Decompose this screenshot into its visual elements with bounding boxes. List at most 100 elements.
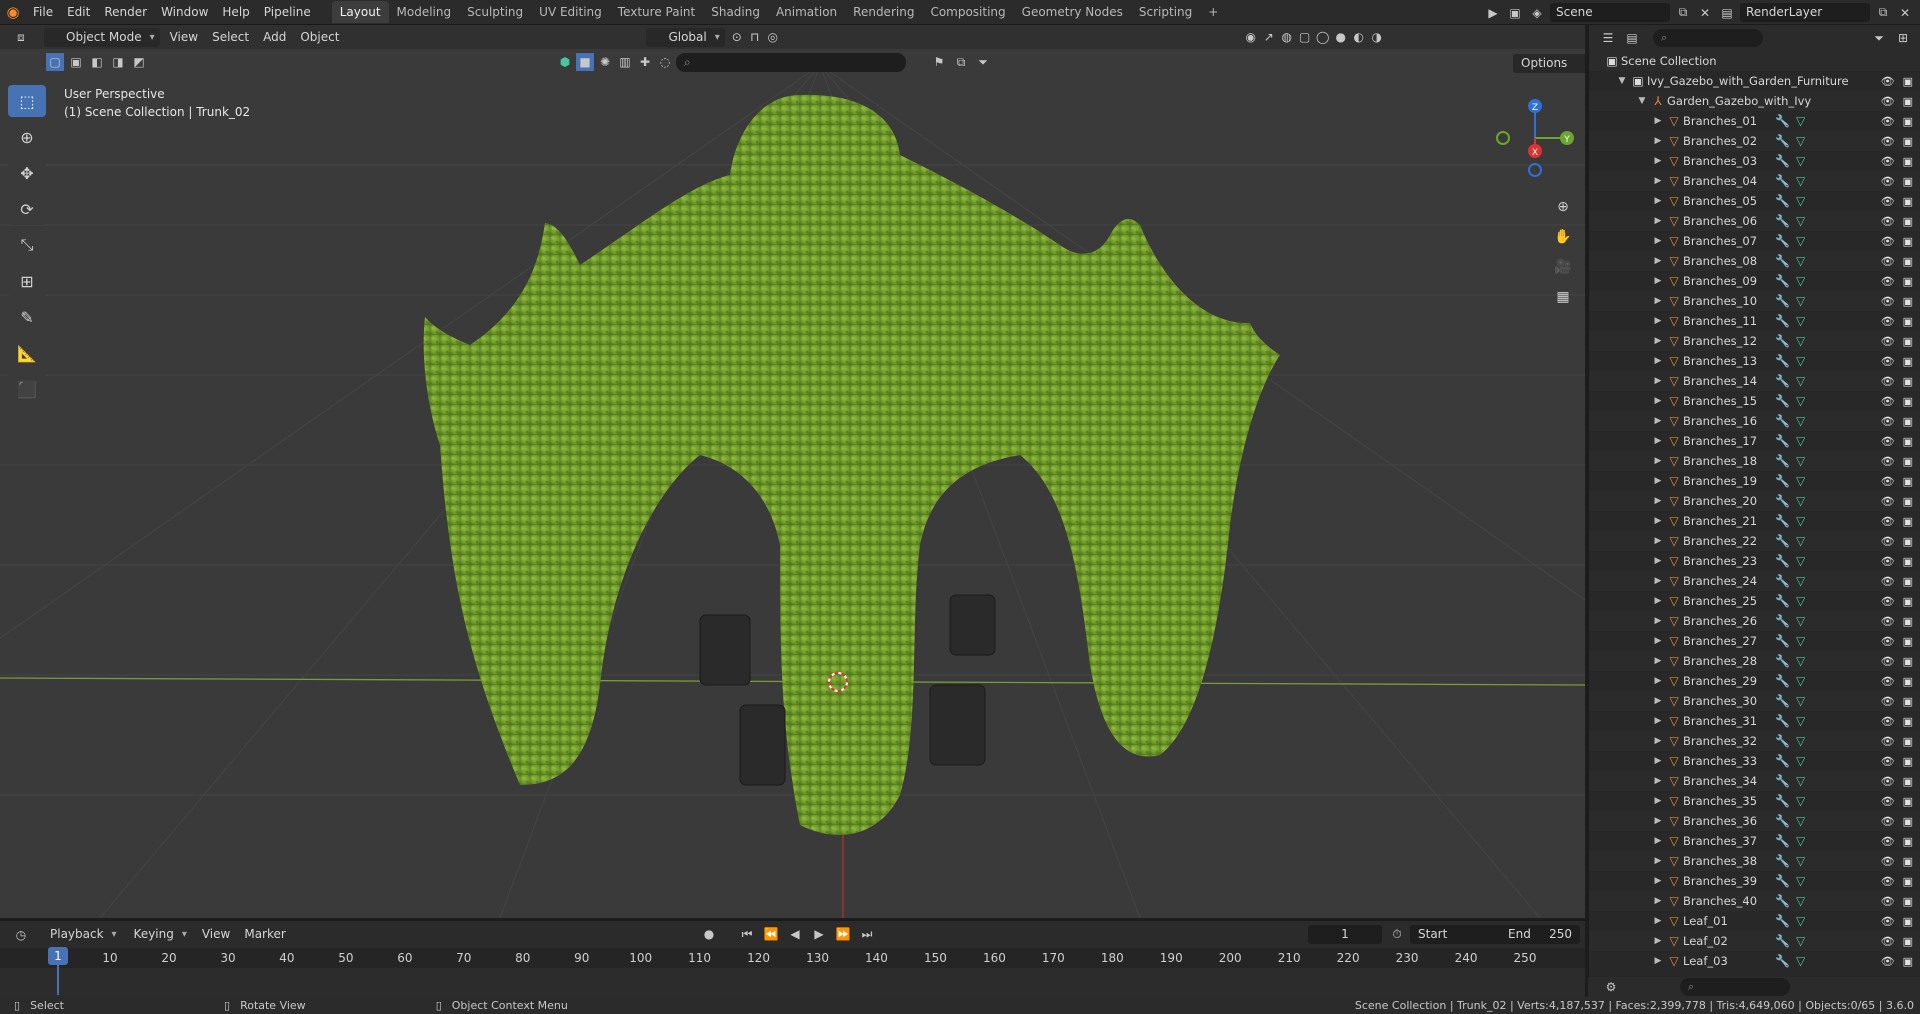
proportional-edit-icon[interactable]: ◎ — [764, 28, 782, 46]
eye-icon[interactable]: 👁 — [1881, 235, 1895, 248]
camera-icon[interactable]: ▣ — [1903, 955, 1913, 968]
outliner-object-row[interactable]: ▶ ▽ Branches_30 🔧 ▽ 👁 ▣ — [1589, 691, 1920, 711]
mesh-data-icon[interactable]: ▽ — [1796, 194, 1805, 208]
mesh-data-icon[interactable]: ▽ — [1796, 554, 1805, 568]
eye-icon[interactable]: 👁 — [1881, 475, 1895, 488]
eye-icon[interactable]: 👁 — [1881, 395, 1895, 408]
camera-icon[interactable]: ▣ — [1903, 415, 1913, 428]
modifier-wrench-icon[interactable]: 🔧 — [1775, 534, 1790, 548]
outliner-object-row[interactable]: ▶ ▽ Branches_20 🔧 ▽ 👁 ▣ — [1589, 491, 1920, 511]
modifier-wrench-icon[interactable]: 🔧 — [1775, 314, 1790, 328]
render-play-icon[interactable]: ▶ — [1484, 4, 1502, 22]
mesh-data-icon[interactable]: ▽ — [1796, 514, 1805, 528]
expand-arrow-icon[interactable]: ▶ — [1651, 136, 1665, 146]
camera-icon[interactable]: ▣ — [1903, 655, 1913, 668]
expand-arrow-icon[interactable]: ▶ — [1651, 276, 1665, 286]
viewport-menu-add[interactable]: Add — [256, 25, 293, 50]
expand-arrow-icon[interactable]: ▶ — [1651, 556, 1665, 566]
xray-icon[interactable]: ▢ — [1296, 28, 1314, 46]
modifier-wrench-icon[interactable]: 🔧 — [1775, 134, 1790, 148]
editor-type-icon[interactable]: ⧈ — [12, 28, 30, 46]
transform-orientation-dropdown[interactable]: Global — [646, 27, 725, 47]
tab-compositing[interactable]: Compositing — [922, 1, 1013, 23]
modifier-wrench-icon[interactable]: 🔧 — [1775, 754, 1790, 768]
modifier-wrench-icon[interactable]: 🔧 — [1775, 674, 1790, 688]
outliner-object-row[interactable]: ▶ ▽ Branches_22 🔧 ▽ 👁 ▣ — [1589, 531, 1920, 551]
mesh-data-icon[interactable]: ▽ — [1796, 874, 1805, 888]
expand-arrow-icon[interactable]: ▶ — [1651, 736, 1665, 746]
mesh-data-icon[interactable]: ▽ — [1796, 814, 1805, 828]
modifier-wrench-icon[interactable]: 🔧 — [1775, 214, 1790, 228]
play-reverse-icon[interactable]: ◀ — [786, 925, 804, 943]
modifier-wrench-icon[interactable]: 🔧 — [1775, 374, 1790, 388]
expand-arrow-icon[interactable]: ▶ — [1651, 616, 1665, 626]
modifier-wrench-icon[interactable]: 🔧 — [1775, 474, 1790, 488]
expand-arrow-icon[interactable]: ▶ — [1651, 896, 1665, 906]
modifier-wrench-icon[interactable]: 🔧 — [1775, 814, 1790, 828]
tab-shading[interactable]: Shading — [703, 1, 768, 23]
modifier-wrench-icon[interactable]: 🔧 — [1775, 574, 1790, 588]
outliner-object-row[interactable]: ▶ ▽ Branches_37 🔧 ▽ 👁 ▣ — [1589, 831, 1920, 851]
outliner-object-row[interactable]: ▶ ▽ Branches_09 🔧 ▽ 👁 ▣ — [1589, 271, 1920, 291]
modifier-wrench-icon[interactable]: 🔧 — [1775, 874, 1790, 888]
pivot-icon[interactable]: ⊙ — [728, 28, 746, 46]
expand-arrow-icon[interactable]: ▶ — [1651, 156, 1665, 166]
expand-arrow-icon[interactable]: ▶ — [1651, 396, 1665, 406]
eye-icon[interactable]: 👁 — [1881, 595, 1895, 608]
outliner-object-row[interactable]: ▶ ▽ Branches_19 🔧 ▽ 👁 ▣ — [1589, 471, 1920, 491]
close-scene-icon[interactable]: ✕ — [1696, 4, 1714, 22]
expand-arrow-icon[interactable]: ▶ — [1651, 916, 1665, 926]
expand-arrow-icon[interactable]: ▶ — [1651, 936, 1665, 946]
outliner-object-row[interactable]: ▶ ▽ Branches_35 🔧 ▽ 👁 ▣ — [1589, 791, 1920, 811]
eye-icon[interactable]: 👁 — [1881, 695, 1895, 708]
eye-icon[interactable]: 👁 — [1881, 735, 1895, 748]
camera-icon[interactable]: ▣ — [1903, 495, 1913, 508]
gizmo-toggle-icon[interactable]: ↗ — [1260, 28, 1278, 46]
other-filter-icon[interactable]: ◌ — [656, 53, 674, 71]
camera-icon[interactable]: ▣ — [1903, 695, 1913, 708]
camera-icon[interactable]: ▣ — [1903, 935, 1913, 948]
eye-icon[interactable]: 👁 — [1881, 775, 1895, 788]
outliner-object-row[interactable]: ▶ ▽ Branches_13 🔧 ▽ 👁 ▣ — [1589, 351, 1920, 371]
menu-help[interactable]: Help — [215, 0, 256, 25]
mesh-data-icon[interactable]: ▽ — [1796, 174, 1805, 188]
eye-icon[interactable]: 👁 — [1881, 555, 1895, 568]
menu-file[interactable]: File — [26, 0, 60, 25]
tab-geometry-nodes[interactable]: Geometry Nodes — [1014, 1, 1131, 23]
camera-icon[interactable]: ▣ — [1903, 235, 1913, 248]
mesh-data-icon[interactable]: ▽ — [1796, 954, 1805, 968]
select-subtract-icon[interactable]: ◧ — [88, 53, 106, 71]
mesh-data-icon[interactable]: ▽ — [1796, 354, 1805, 368]
modifier-wrench-icon[interactable]: 🔧 — [1775, 494, 1790, 508]
tab-rendering[interactable]: Rendering — [845, 1, 922, 23]
camera-icon[interactable]: ▣ — [1903, 115, 1913, 128]
eye-icon[interactable]: 👁 — [1881, 575, 1895, 588]
outliner-object-row[interactable]: ▶ ▽ Branches_32 🔧 ▽ 👁 ▣ — [1589, 731, 1920, 751]
eye-icon[interactable]: 👁 — [1881, 915, 1895, 928]
mesh-data-icon[interactable]: ▽ — [1796, 614, 1805, 628]
mesh-data-icon[interactable]: ▽ — [1796, 794, 1805, 808]
viewport-menu-object[interactable]: Object — [293, 25, 346, 50]
mesh-data-icon[interactable]: ▽ — [1796, 574, 1805, 588]
eye-icon[interactable]: 👁 — [1881, 275, 1895, 288]
eye-icon[interactable]: 👁 — [1881, 255, 1895, 268]
expand-arrow-icon[interactable]: ▶ — [1651, 876, 1665, 886]
timeline-editor-icon[interactable]: ◷ — [12, 926, 30, 944]
camera-icon[interactable]: ▣ — [1903, 335, 1913, 348]
expand-arrow-icon[interactable]: ▶ — [1651, 376, 1665, 386]
wireframe-shading-icon[interactable]: ◯ — [1314, 28, 1332, 46]
pan-hand-icon[interactable]: ✋ — [1550, 223, 1576, 251]
eye-icon[interactable]: 👁 — [1881, 415, 1895, 428]
material-shading-icon[interactable]: ◐ — [1350, 28, 1368, 46]
modifier-wrench-icon[interactable]: 🔧 — [1775, 554, 1790, 568]
camera-icon[interactable]: ▣ — [1903, 195, 1913, 208]
layout-icon[interactable]: ⧉ — [952, 53, 970, 71]
mesh-data-icon[interactable]: ▽ — [1796, 454, 1805, 468]
eye-icon[interactable]: 👁 — [1881, 135, 1895, 148]
mode-dropdown[interactable]: Object Mode — [44, 27, 160, 47]
eye-icon[interactable]: 👁 — [1881, 535, 1895, 548]
modifier-wrench-icon[interactable]: 🔧 — [1775, 734, 1790, 748]
expand-arrow-icon[interactable]: ▶ — [1651, 576, 1665, 586]
camera-icon[interactable]: ▣ — [1903, 315, 1913, 328]
expand-arrow-icon[interactable]: ▶ — [1651, 256, 1665, 266]
